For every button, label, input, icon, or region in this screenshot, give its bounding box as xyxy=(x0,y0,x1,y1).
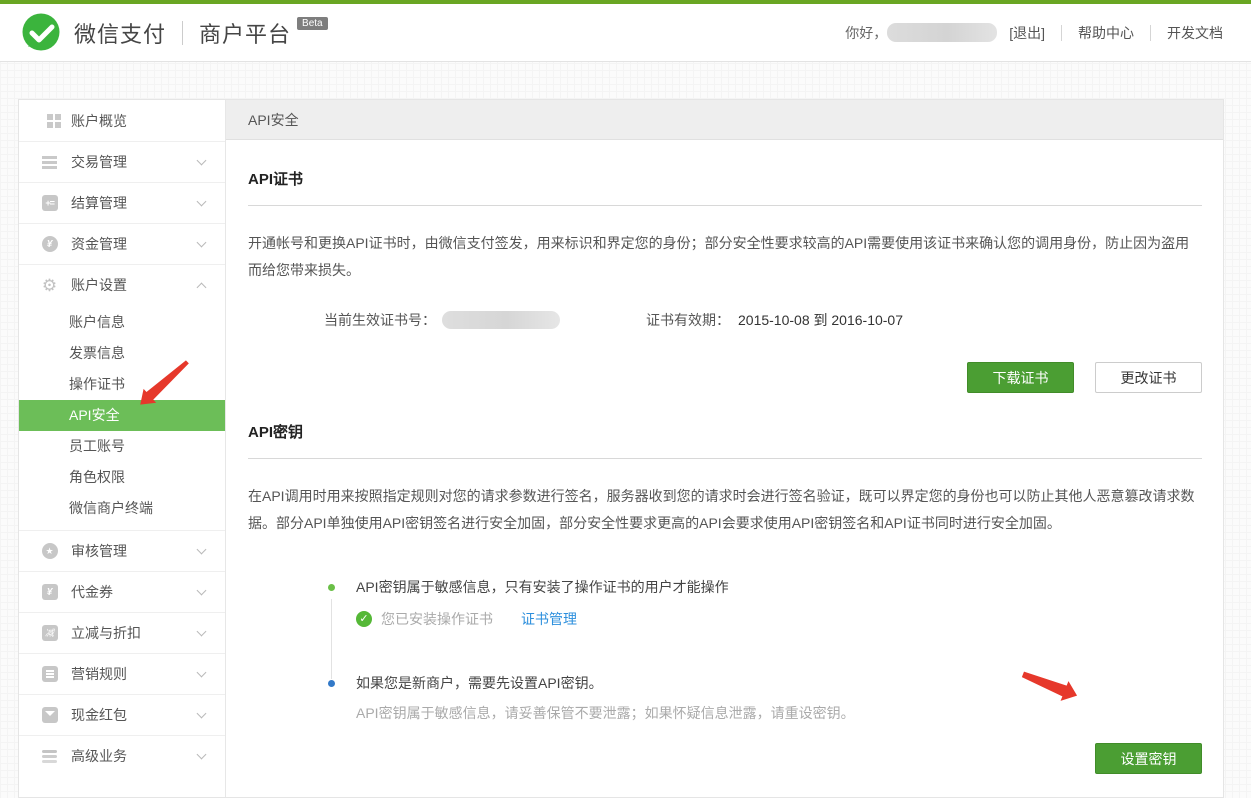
header-divider xyxy=(1150,25,1151,41)
wechat-pay-logo-icon xyxy=(20,12,62,54)
sidebar-item-label: 审核管理 xyxy=(71,541,127,561)
dev-docs-link[interactable]: 开发文档 xyxy=(1167,23,1223,43)
sidebar-subitem-wechat-merchant-terminal[interactable]: 微信商户终端 xyxy=(19,493,225,524)
sidebar-item-label: 立减与折扣 xyxy=(71,623,141,643)
sidebar-item-settlement[interactable]: 结算管理 xyxy=(19,182,225,223)
download-cert-button[interactable]: 下载证书 xyxy=(967,362,1074,393)
sidebar-item-label: 现金红包 xyxy=(71,705,127,725)
sidebar-subitem-invoice-info[interactable]: 发票信息 xyxy=(19,338,225,369)
main-panel: API安全 API证书 开通帐号和更换API证书时，由微信支付签发，用来标识和界… xyxy=(226,100,1223,797)
sidebar-item-advanced[interactable]: 高级业务 xyxy=(19,735,225,776)
username-redacted xyxy=(887,23,997,42)
sidebar-item-voucher[interactable]: 代金券 xyxy=(19,571,225,612)
sidebar-item-label: 资金管理 xyxy=(71,234,127,254)
validity-label: 证书有效期： xyxy=(646,310,730,330)
content-card: 账户概览 交易管理 结算管理 资金管理 账户设置 账户信息 发票信息 操作证书 … xyxy=(18,99,1224,798)
gear-icon xyxy=(42,277,57,294)
api-cert-heading: API证书 xyxy=(248,168,1202,206)
sidebar-item-label: 交易管理 xyxy=(71,152,127,172)
voucher-icon xyxy=(42,584,58,600)
sidebar-subitem-role-permissions[interactable]: 角色权限 xyxy=(19,462,225,493)
sidebar-item-label: 账户设置 xyxy=(71,275,127,295)
api-cert-description: 开通帐号和更换API证书时，由微信支付签发，用来标识和界定您的身份；部分安全性要… xyxy=(248,230,1202,284)
sidebar-subitem-operation-cert[interactable]: 操作证书 xyxy=(19,369,225,400)
sidebar-subitem-api-security[interactable]: API安全 xyxy=(19,400,225,431)
set-key-button[interactable]: 设置密钥 xyxy=(1095,743,1202,774)
chevron-down-icon xyxy=(197,586,207,596)
sidebar-item-funds[interactable]: 资金管理 xyxy=(19,223,225,264)
greeting-text: 你好， xyxy=(845,23,887,43)
discount-icon xyxy=(42,625,58,641)
chevron-down-icon xyxy=(197,545,207,555)
chevron-down-icon xyxy=(197,156,207,166)
sidebar-item-label: 营销规则 xyxy=(71,664,127,684)
audit-icon xyxy=(42,543,58,559)
key-point-1: API密钥属于敏感信息，只有安装了操作证书的用户才能操作 xyxy=(356,577,729,597)
transactions-icon xyxy=(42,156,57,169)
sidebar-item-account-settings[interactable]: 账户设置 xyxy=(19,264,225,305)
current-cert-label: 当前生效证书号： xyxy=(324,310,436,330)
grid-icon xyxy=(47,114,53,128)
header: 微信支付 商户平台 Beta 你好， [退出] 帮助中心 开发文档 xyxy=(0,4,1251,62)
api-key-heading: API密钥 xyxy=(248,421,1202,459)
marketing-icon xyxy=(42,666,58,682)
validity-value: 2015-10-08 到 2016-10-07 xyxy=(738,310,903,330)
sidebar-subitem-account-info[interactable]: 账户信息 xyxy=(19,307,225,338)
sidebar-item-audit[interactable]: 审核管理 xyxy=(19,530,225,571)
chevron-down-icon xyxy=(197,668,207,678)
settlement-icon xyxy=(42,195,58,211)
platform-title: 商户平台 xyxy=(199,17,291,49)
sidebar-item-discount[interactable]: 立减与折扣 xyxy=(19,612,225,653)
logout-link[interactable]: [退出] xyxy=(1009,23,1045,43)
chevron-down-icon xyxy=(197,750,207,760)
cert-management-link[interactable]: 证书管理 xyxy=(521,609,577,629)
change-cert-button[interactable]: 更改证书 xyxy=(1095,362,1202,393)
help-center-link[interactable]: 帮助中心 xyxy=(1078,23,1134,43)
sidebar-item-label: 账户概览 xyxy=(71,111,127,131)
sidebar-subitem-staff-accounts[interactable]: 员工账号 xyxy=(19,431,225,462)
beta-badge: Beta xyxy=(297,17,328,30)
key-point-2-note: API密钥属于敏感信息，请妥善保管不要泄露；如果怀疑信息泄露，请重设密钥。 xyxy=(356,703,855,723)
sidebar: 账户概览 交易管理 结算管理 资金管理 账户设置 账户信息 发票信息 操作证书 … xyxy=(19,100,226,797)
sidebar-item-red-packet[interactable]: 现金红包 xyxy=(19,694,225,735)
sidebar-item-label: 代金券 xyxy=(71,582,113,602)
red-packet-icon xyxy=(42,707,58,723)
account-settings-submenu: 账户信息 发票信息 操作证书 API安全 员工账号 角色权限 微信商户终端 xyxy=(19,305,225,530)
sidebar-item-label: 高级业务 xyxy=(71,746,127,766)
chevron-down-icon xyxy=(197,627,207,637)
brand-title: 微信支付 xyxy=(74,17,166,49)
chevron-down-icon xyxy=(197,197,207,207)
advanced-icon xyxy=(42,750,57,763)
blue-bullet-icon xyxy=(328,680,335,687)
sidebar-item-marketing-rules[interactable]: 营销规则 xyxy=(19,653,225,694)
sidebar-item-label: 结算管理 xyxy=(71,193,127,213)
brand-divider xyxy=(182,21,183,45)
key-point-2: 如果您是新商户，需要先设置API密钥。 xyxy=(356,673,855,693)
green-bullet-icon xyxy=(328,584,335,591)
check-circle-icon xyxy=(356,611,372,627)
chevron-up-icon xyxy=(197,282,207,292)
chevron-down-icon xyxy=(197,238,207,248)
sidebar-item-account-overview[interactable]: 账户概览 xyxy=(19,100,225,141)
sidebar-item-transactions[interactable]: 交易管理 xyxy=(19,141,225,182)
chevron-down-icon xyxy=(197,709,207,719)
cert-number-redacted xyxy=(442,311,560,329)
page-title: API安全 xyxy=(226,100,1223,140)
header-divider xyxy=(1061,25,1062,41)
cert-installed-status: 您已安装操作证书 xyxy=(381,609,493,629)
funds-icon xyxy=(42,236,58,252)
api-key-description: 在API调用时用来按照指定规则对您的请求参数进行签名，服务器收到您的请求时会进行… xyxy=(248,483,1202,537)
